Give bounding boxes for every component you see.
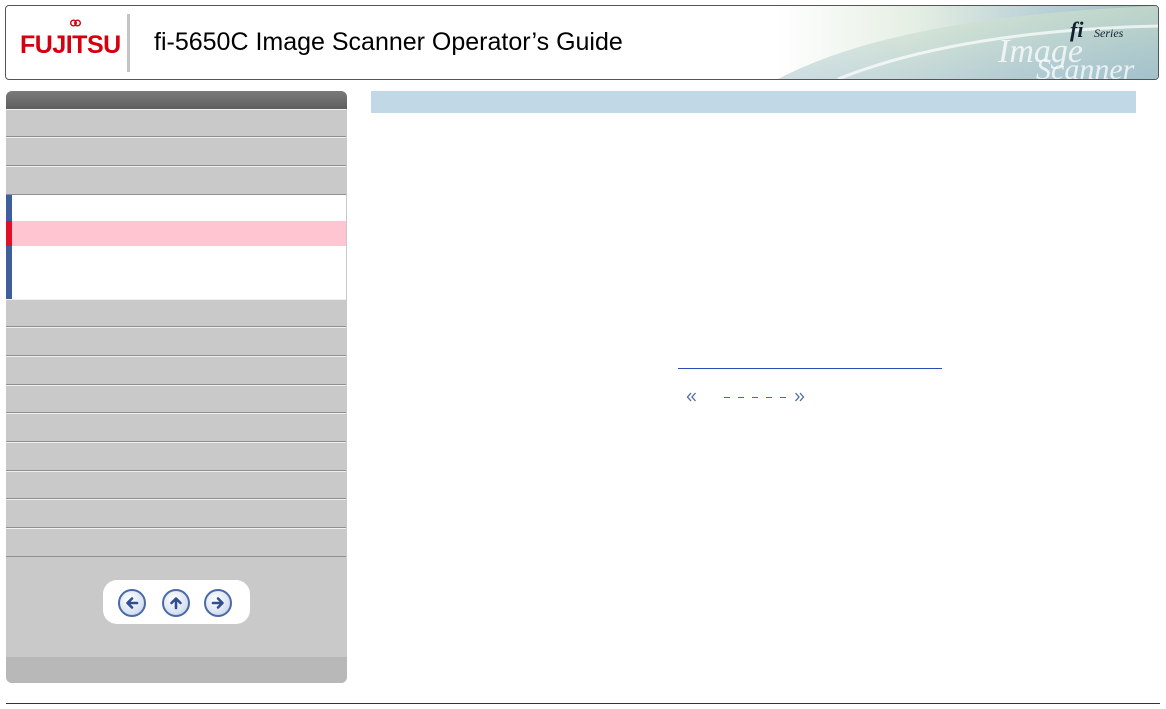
- page-indicators: [724, 396, 786, 398]
- header-divider: [127, 14, 130, 72]
- footer-divider: [6, 703, 1160, 704]
- brand-name: FUJITSU: [20, 31, 121, 59]
- sidebar-item[interactable]: [6, 356, 346, 385]
- badge-fi-text: fi: [1070, 17, 1084, 42]
- current-item-marker: [6, 221, 12, 246]
- forward-arrow-icon: [211, 597, 224, 609]
- sidebar-item[interactable]: [6, 413, 346, 442]
- up-arrow-icon: [170, 597, 182, 610]
- fi-series-badge: fi Series: [1060, 12, 1140, 45]
- back-button[interactable]: [118, 589, 146, 617]
- sidebar-subitem[interactable]: [18, 195, 338, 221]
- page-title: fi-5650C Image Scanner Operator’s Guide: [154, 28, 623, 56]
- sidebar-item[interactable]: [6, 299, 346, 327]
- logo-swirl-icon: [70, 19, 81, 27]
- page-indicator[interactable]: [766, 397, 772, 398]
- sidebar-item[interactable]: [6, 137, 346, 166]
- up-button[interactable]: [162, 589, 190, 617]
- navigation-controls: [103, 580, 250, 624]
- sidebar-item[interactable]: [6, 109, 346, 137]
- page-indicator[interactable]: [738, 397, 744, 398]
- svg-text:Scanner: Scanner: [1036, 53, 1135, 79]
- page-navigator: [685, 388, 806, 406]
- page-indicator[interactable]: [780, 397, 786, 398]
- section-accent: [6, 195, 12, 221]
- double-chevron-left-icon[interactable]: [685, 390, 699, 404]
- content-link[interactable]: [678, 351, 942, 369]
- forward-button[interactable]: [204, 589, 232, 617]
- sidebar-item[interactable]: [6, 166, 346, 195]
- sidebar-expanded-section: [6, 195, 346, 299]
- sidebar-item[interactable]: [6, 499, 346, 528]
- sidebar-header-bar: [6, 91, 347, 109]
- sidebar-item[interactable]: [6, 327, 346, 356]
- page-indicator[interactable]: [724, 397, 730, 398]
- sidebar-subitem-current[interactable]: [6, 221, 346, 246]
- double-chevron-right-icon[interactable]: [792, 390, 806, 404]
- badge-series-text: Series: [1094, 26, 1124, 40]
- fujitsu-logo: FUJITSU: [20, 19, 121, 60]
- page-header: FUJITSU fi-5650C Image Scanner Operator’…: [5, 5, 1159, 80]
- sidebar-subitem[interactable]: [18, 246, 338, 299]
- section-accent: [6, 246, 12, 299]
- sidebar-item[interactable]: [6, 385, 346, 413]
- sidebar-item[interactable]: [6, 528, 346, 557]
- sidebar-footer-strip: [6, 657, 347, 683]
- back-arrow-icon: [126, 597, 139, 609]
- section-heading-bar: [371, 91, 1136, 113]
- sidebar-item[interactable]: [6, 471, 346, 499]
- sidebar-item[interactable]: [6, 442, 346, 471]
- page-indicator[interactable]: [752, 397, 758, 398]
